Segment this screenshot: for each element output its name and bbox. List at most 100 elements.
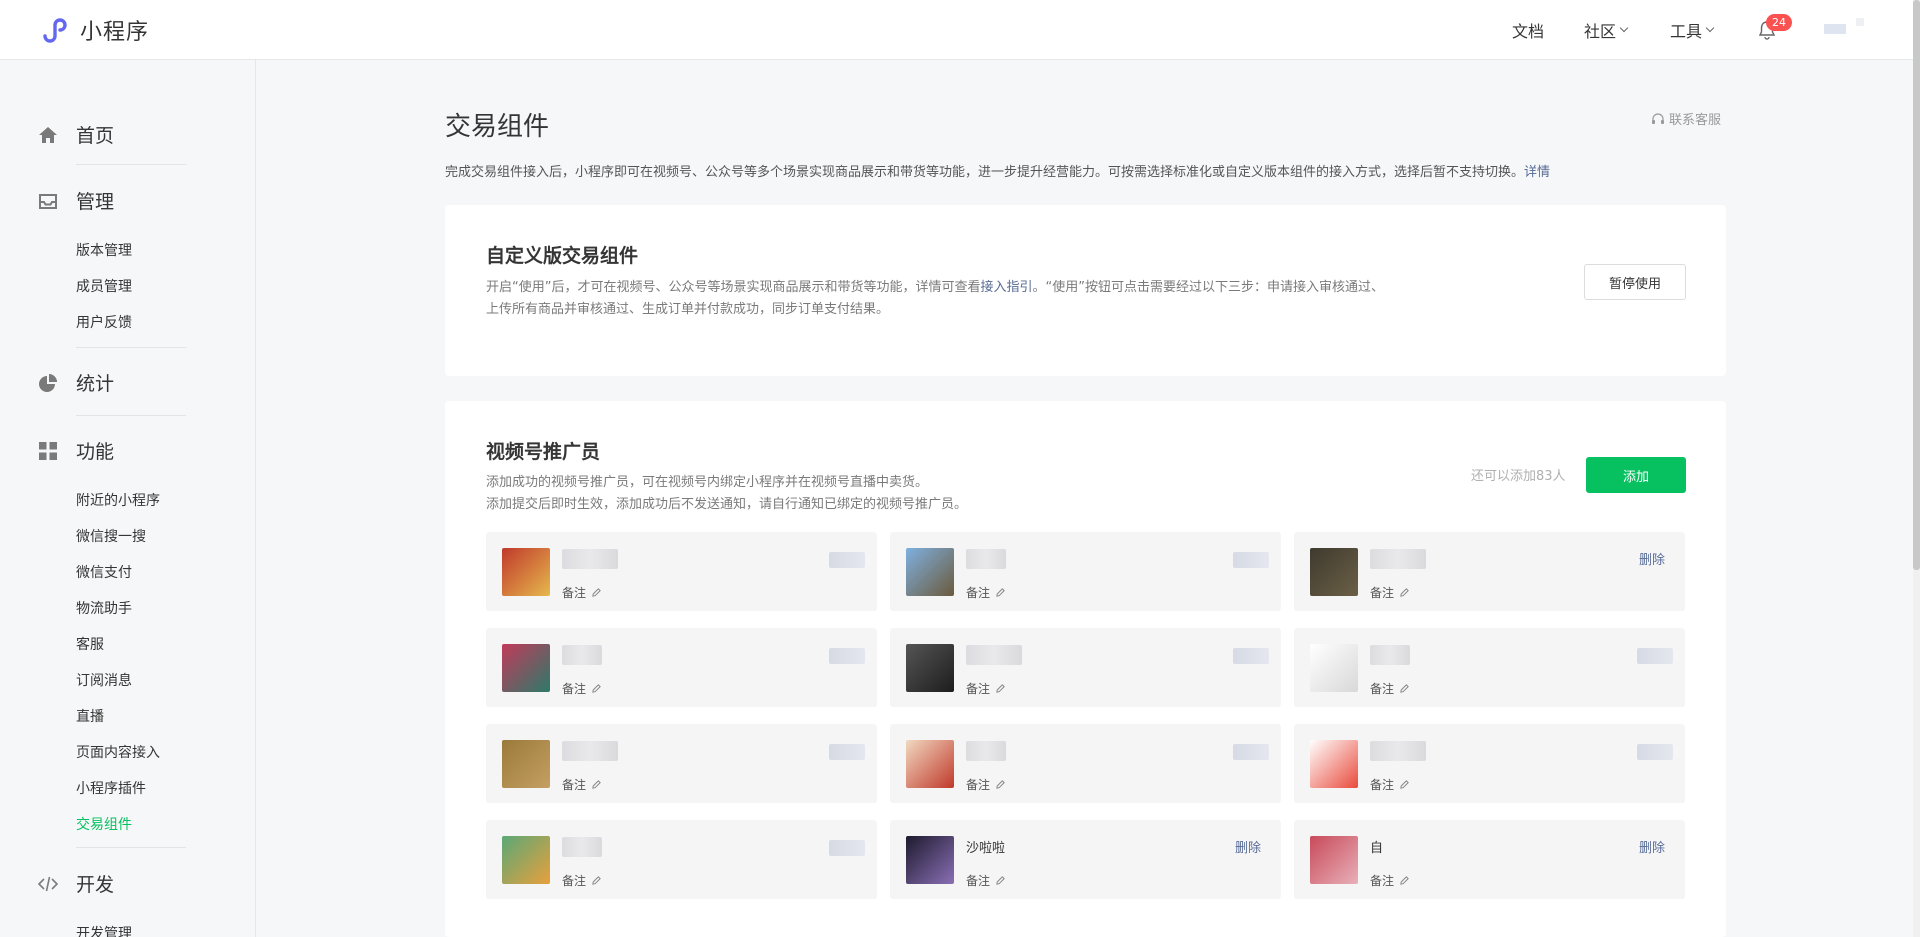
promoter-name-redacted xyxy=(562,837,602,857)
add-promoter-button[interactable]: 添加 xyxy=(1586,457,1686,493)
sidebar-section-features[interactable]: 功能 xyxy=(38,437,114,464)
promoter-avatar xyxy=(1310,740,1358,788)
promoter-note[interactable]: 备注 xyxy=(966,776,1006,793)
sidebar-item-customer-service[interactable]: 客服 xyxy=(76,634,104,654)
edit-pencil-icon[interactable] xyxy=(591,875,602,886)
delete-promoter-link[interactable]: 删除 xyxy=(1639,837,1665,856)
sidebar-divider xyxy=(76,164,186,165)
promoter-avatar xyxy=(1310,644,1358,692)
edit-pencil-icon[interactable] xyxy=(591,587,602,598)
user-avatar[interactable] xyxy=(1824,18,1866,40)
promoter-name-redacted xyxy=(562,549,618,569)
promoter-note-label: 备注 xyxy=(966,778,991,792)
promoter-note-label: 备注 xyxy=(562,682,587,696)
promoter-note-label: 备注 xyxy=(1370,778,1395,792)
sidebar-divider xyxy=(76,347,186,348)
delete-promoter-link-redacted[interactable] xyxy=(1233,744,1269,760)
promoter-note[interactable]: 备注 xyxy=(562,872,602,889)
promoter-note[interactable]: 备注 xyxy=(1370,584,1410,601)
promoter-name-redacted xyxy=(562,741,618,761)
delete-promoter-link[interactable]: 删除 xyxy=(1639,549,1665,568)
remaining-count: 还可以添加83人 xyxy=(1471,469,1566,484)
promoter-item: 备注 xyxy=(486,820,877,899)
sidebar-item-version[interactable]: 版本管理 xyxy=(76,240,132,260)
promoter-name-redacted xyxy=(1370,741,1426,761)
nav-community-label: 社区 xyxy=(1584,22,1617,41)
sidebar-item-logistics[interactable]: 物流助手 xyxy=(76,598,132,618)
sidebar-section-dev[interactable]: 开发 xyxy=(38,870,114,897)
promoter-note[interactable]: 备注 xyxy=(966,584,1006,601)
promoter-note[interactable]: 备注 xyxy=(1370,776,1410,793)
promoter-note-label: 备注 xyxy=(562,778,587,792)
sidebar-item-nearby[interactable]: 附近的小程序 xyxy=(76,490,160,510)
sidebar-divider xyxy=(76,847,186,848)
sidebar-section-home[interactable]: 首页 xyxy=(38,121,114,148)
edit-pencil-icon[interactable] xyxy=(995,779,1006,790)
promoter-note[interactable]: 备注 xyxy=(562,776,602,793)
promoter-note[interactable]: 备注 xyxy=(562,680,602,697)
sidebar-section-label: 统计 xyxy=(76,373,115,395)
access-guide-link[interactable]: 接入指引 xyxy=(980,280,1032,295)
promoter-item: 备注 xyxy=(890,628,1281,707)
promoter-desc-line1: 添加成功的视频号推广员，可在视频号内绑定小程序并在视频号直播中卖货。 xyxy=(486,475,929,490)
intro-details-link[interactable]: 详情 xyxy=(1524,165,1550,180)
sidebar-item-feedback[interactable]: 用户反馈 xyxy=(76,312,132,332)
sidebar-item-members[interactable]: 成员管理 xyxy=(76,276,132,296)
sidebar-section-manage[interactable]: 管理 xyxy=(38,187,114,214)
promoter-card-title: 视频号推广员 xyxy=(486,441,601,463)
edit-pencil-icon[interactable] xyxy=(1399,587,1410,598)
edit-pencil-icon[interactable] xyxy=(591,683,602,694)
promoter-card-desc: 添加成功的视频号推广员，可在视频号内绑定小程序并在视频号直播中卖货。 添加提交后… xyxy=(486,472,967,516)
pause-use-button[interactable]: 暂停使用 xyxy=(1584,264,1686,300)
sidebar-item-dev-manage[interactable]: 开发管理 xyxy=(76,923,132,937)
promoter-note-label: 备注 xyxy=(966,586,991,600)
edit-pencil-icon[interactable] xyxy=(591,779,602,790)
page-scrollbar[interactable] xyxy=(1913,0,1920,937)
promoter-note[interactable]: 备注 xyxy=(562,584,602,601)
promoter-note[interactable]: 备注 xyxy=(966,680,1006,697)
delete-promoter-link-redacted[interactable] xyxy=(1637,744,1673,760)
edit-pencil-icon[interactable] xyxy=(1399,683,1410,694)
pie-chart-icon xyxy=(39,373,57,392)
sidebar-section-label: 开发 xyxy=(76,874,115,896)
promoter-avatar xyxy=(1310,836,1358,884)
promoter-desc-line2: 添加提交后即时生效，添加成功后不发送通知，请自行通知已绑定的视频号推广员。 xyxy=(486,497,968,512)
sidebar-item-plugin[interactable]: 小程序插件 xyxy=(76,778,146,798)
edit-pencil-icon[interactable] xyxy=(995,587,1006,598)
nav-tools[interactable]: 工具 xyxy=(1670,18,1715,42)
sidebar-section-stats[interactable]: 统计 xyxy=(38,369,114,396)
delete-promoter-link-redacted[interactable] xyxy=(1233,648,1269,664)
edit-pencil-icon[interactable] xyxy=(995,875,1006,886)
promoter-name: 自 xyxy=(1370,841,1384,856)
sidebar-item-search[interactable]: 微信搜一搜 xyxy=(76,526,146,546)
promoter-name-redacted xyxy=(966,741,1006,761)
edit-pencil-icon[interactable] xyxy=(1399,875,1410,886)
edit-pencil-icon[interactable] xyxy=(995,683,1006,694)
sidebar-section-label: 首页 xyxy=(76,125,115,147)
delete-promoter-link-redacted[interactable] xyxy=(1233,552,1269,568)
delete-promoter-link-redacted[interactable] xyxy=(829,552,865,568)
delete-promoter-link-redacted[interactable] xyxy=(829,648,865,664)
nav-community[interactable]: 社区 xyxy=(1584,18,1629,42)
delete-promoter-link-redacted[interactable] xyxy=(829,840,865,856)
delete-promoter-link-redacted[interactable] xyxy=(829,744,865,760)
sidebar-section-label: 功能 xyxy=(76,441,115,463)
sidebar-item-pay[interactable]: 微信支付 xyxy=(76,562,132,582)
sidebar-item-trade-component[interactable]: 交易组件 xyxy=(76,814,132,834)
promoter-note[interactable]: 备注 xyxy=(966,872,1006,889)
scrollbar-thumb[interactable] xyxy=(1913,0,1920,570)
delete-promoter-link[interactable]: 删除 xyxy=(1235,837,1261,856)
promoter-note[interactable]: 备注 xyxy=(1370,680,1410,697)
promoter-note-label: 备注 xyxy=(562,874,587,888)
contact-service-link[interactable]: 联系客服 xyxy=(1650,109,1721,128)
sidebar-item-live[interactable]: 直播 xyxy=(76,706,104,726)
edit-pencil-icon[interactable] xyxy=(1399,779,1410,790)
delete-promoter-link-redacted[interactable] xyxy=(1637,648,1673,664)
promoter-note[interactable]: 备注 xyxy=(1370,872,1410,889)
promoter-item: 备注 删除 xyxy=(1294,532,1685,611)
nav-docs[interactable]: 文档 xyxy=(1512,18,1544,42)
brand[interactable]: 小程序 xyxy=(38,14,149,46)
promoter-note-label: 备注 xyxy=(966,682,991,696)
sidebar-item-page-content[interactable]: 页面内容接入 xyxy=(76,742,160,762)
sidebar-item-subscribe[interactable]: 订阅消息 xyxy=(76,670,132,690)
